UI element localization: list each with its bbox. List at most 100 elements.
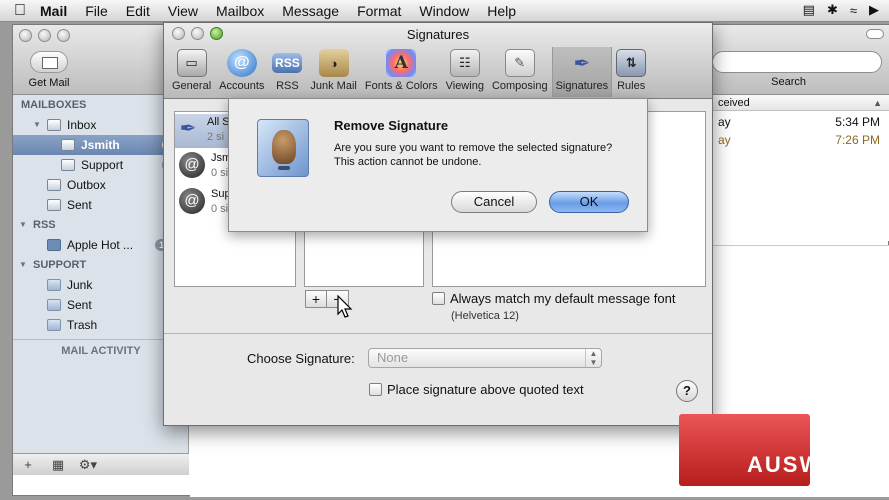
date-received-column-header[interactable]: ceived ▲ — [712, 95, 889, 111]
disclosure-triangle-icon[interactable]: ▼ — [19, 255, 31, 275]
select-value: None — [377, 350, 409, 365]
fonts-colors-icon: A — [386, 49, 417, 77]
toolbar-toggle-button[interactable] — [866, 29, 884, 39]
volume-icon[interactable]: ▶ — [869, 2, 879, 18]
tab-label: Accounts — [219, 80, 265, 92]
envelope-icon — [30, 51, 68, 73]
sidebar-item-support-sent[interactable]: Sent — [13, 295, 188, 315]
column-header-label: ceived — [718, 97, 750, 109]
message-time: 7:26 PM — [835, 133, 880, 147]
tab-composing[interactable]: ✎ Composing — [488, 47, 552, 97]
menu-edit[interactable]: Edit — [126, 3, 150, 19]
tab-signatures[interactable]: ✒ Signatures — [551, 47, 613, 97]
place-signature-above-checkbox[interactable]: Place signature above quoted text — [369, 382, 584, 397]
apple-menu-icon[interactable]:  — [0, 2, 40, 20]
select-arrows-icon: ▲ ▼ — [585, 349, 601, 367]
sidebar-item-inbox[interactable]: ▼ Inbox — [13, 115, 188, 135]
choose-signature-label: Choose Signature: — [247, 351, 355, 366]
alert-message: Are you sure you want to remove the sele… — [334, 142, 613, 168]
bluetooth-icon[interactable]: ✱ — [827, 2, 838, 18]
menu-message[interactable]: Message — [282, 3, 339, 19]
tab-rules[interactable]: ⇅ Rules — [612, 47, 650, 97]
sidebar-item-label: Junk — [67, 278, 93, 292]
show-hide-activity-button[interactable]: ▦ — [43, 457, 73, 473]
add-signature-button[interactable]: + — [305, 290, 327, 308]
sidebar-item-junk[interactable]: Junk — [13, 275, 188, 295]
sidebar-item-apple-hot-news[interactable]: Apple Hot ... 128 — [13, 235, 188, 255]
inbox-icon — [47, 119, 61, 131]
tab-fonts-colors[interactable]: A Fonts & Colors — [361, 47, 442, 97]
search-input[interactable] — [712, 51, 882, 73]
sidebar-item-support-inbox[interactable]: Support 2 — [13, 155, 188, 175]
get-mail-button[interactable]: Get Mail — [19, 51, 79, 89]
sidebar-item-label: Outbox — [67, 178, 106, 192]
watermark-text: AUSWEB — [747, 452, 857, 477]
tab-accounts[interactable]: @ Accounts — [215, 47, 268, 97]
menu-mailbox[interactable]: Mailbox — [216, 3, 264, 19]
menu-format[interactable]: Format — [357, 3, 401, 19]
sidebar-item-label: Trash — [67, 318, 98, 332]
sidebar-item-sent[interactable]: Sent — [13, 195, 188, 215]
signature-count: 2 si — [207, 131, 225, 143]
viewing-icon: ☷ — [449, 49, 480, 77]
sidebar-item-jsmith[interactable]: Jsmith 1 — [13, 135, 188, 155]
support-header[interactable]: ▼ SUPPORT — [13, 255, 188, 275]
folder-icon — [47, 319, 61, 331]
sidebar-item-trash[interactable]: Trash — [13, 315, 188, 335]
pencil-paper-icon: ✎ — [504, 49, 535, 77]
tab-viewing[interactable]: ☷ Viewing — [442, 47, 488, 97]
sidebar-item-label: Sent — [67, 298, 92, 312]
account-name: All S — [207, 116, 230, 128]
folder-icon — [47, 299, 61, 311]
fountain-pen-icon: ✒ — [573, 52, 591, 75]
always-match-font-checkbox[interactable]: Always match my default message font — [432, 291, 675, 306]
folder-icon — [47, 279, 61, 291]
alert-title: Remove Signature — [334, 118, 449, 133]
tab-general[interactable]: ▭ General — [168, 47, 215, 97]
message-row[interactable]: ay 5:34 PM — [712, 113, 889, 131]
checkbox-box[interactable] — [369, 383, 382, 396]
sidebar-item-outbox[interactable]: Outbox — [13, 175, 188, 195]
outbox-icon — [47, 179, 61, 191]
tab-rss[interactable]: RSS RSS — [268, 47, 306, 97]
gear-icon[interactable]: ⚙▾ — [73, 457, 103, 473]
signature-count: 0 si — [211, 203, 229, 215]
rss-feed-icon — [47, 239, 61, 251]
font-hint: (Helvetica 12) — [451, 310, 519, 322]
mouse-pointer-icon — [337, 295, 353, 318]
message-date: ay — [718, 133, 731, 147]
time-machine-icon[interactable]: ▤ — [803, 2, 815, 18]
menu-file[interactable]: File — [85, 3, 108, 19]
menu-app-mail[interactable]: Mail — [40, 3, 67, 19]
tab-junk-mail[interactable]: ◑ Junk Mail — [306, 47, 360, 97]
ok-button[interactable]: OK — [549, 191, 629, 213]
junk-bag-icon: ◑ — [318, 49, 349, 77]
menu-window[interactable]: Window — [419, 3, 469, 19]
menu-view[interactable]: View — [168, 3, 198, 19]
zoom-button[interactable] — [57, 29, 70, 42]
help-button[interactable]: ? — [676, 380, 698, 402]
inbox-icon — [61, 159, 75, 171]
disclosure-triangle-icon[interactable]: ▼ — [19, 215, 31, 235]
tab-label: Composing — [491, 80, 548, 92]
rss-header[interactable]: ▼ RSS — [13, 215, 188, 235]
mailboxes-header: MAILBOXES — [21, 99, 87, 111]
section-header-label: RSS — [33, 219, 56, 231]
signatures-titlebar: Signatures ▭ General @ Accounts RSS RSS … — [164, 23, 712, 99]
menu-help[interactable]: Help — [487, 3, 516, 19]
tab-label: General — [172, 80, 212, 92]
sidebar-item-label: Support — [81, 158, 124, 172]
minimize-button[interactable] — [38, 29, 51, 42]
add-mailbox-button[interactable]: + — [13, 457, 43, 472]
checkbox-box[interactable] — [432, 292, 445, 305]
checkbox-label: Always match my default message font — [450, 291, 676, 306]
signature-count: 0 si — [211, 167, 229, 179]
choose-signature-select[interactable]: None ▲ ▼ — [368, 348, 602, 368]
tab-label: Viewing — [445, 80, 484, 92]
disclosure-triangle-icon[interactable]: ▼ — [33, 115, 45, 135]
wifi-icon[interactable]: ≈ — [850, 3, 857, 18]
message-row[interactable]: ay 7:26 PM — [712, 131, 889, 149]
close-button[interactable] — [19, 29, 32, 42]
cancel-button[interactable]: Cancel — [451, 191, 537, 213]
mail-stamp-eagle-icon — [257, 119, 309, 177]
